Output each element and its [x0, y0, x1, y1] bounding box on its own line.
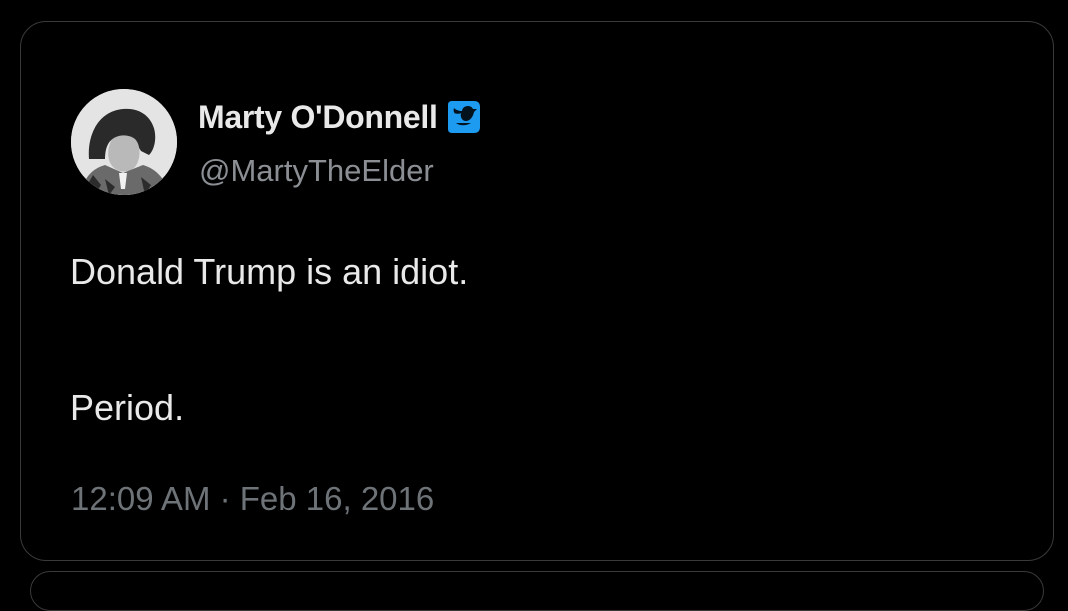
- tweet-text-line: Period.: [70, 387, 185, 428]
- author-name-row: Marty O'Donnell: [198, 95, 484, 139]
- tweet-timestamp[interactable]: 12:09 AM · Feb 16, 2016: [71, 480, 434, 518]
- profile-photo-icon: [71, 89, 177, 195]
- verified-badge-icon: [444, 99, 484, 135]
- avatar[interactable]: [71, 89, 177, 195]
- tweet-card[interactable]: Marty O'Donnell @MartyTheElder Donald Tr…: [20, 21, 1054, 561]
- author-handle[interactable]: @MartyTheElder: [199, 153, 434, 189]
- author-display-name[interactable]: Marty O'Donnell: [198, 99, 438, 136]
- tweet-text-line: Donald Trump is an idiot.: [70, 251, 469, 292]
- next-card-edge: [30, 571, 1044, 611]
